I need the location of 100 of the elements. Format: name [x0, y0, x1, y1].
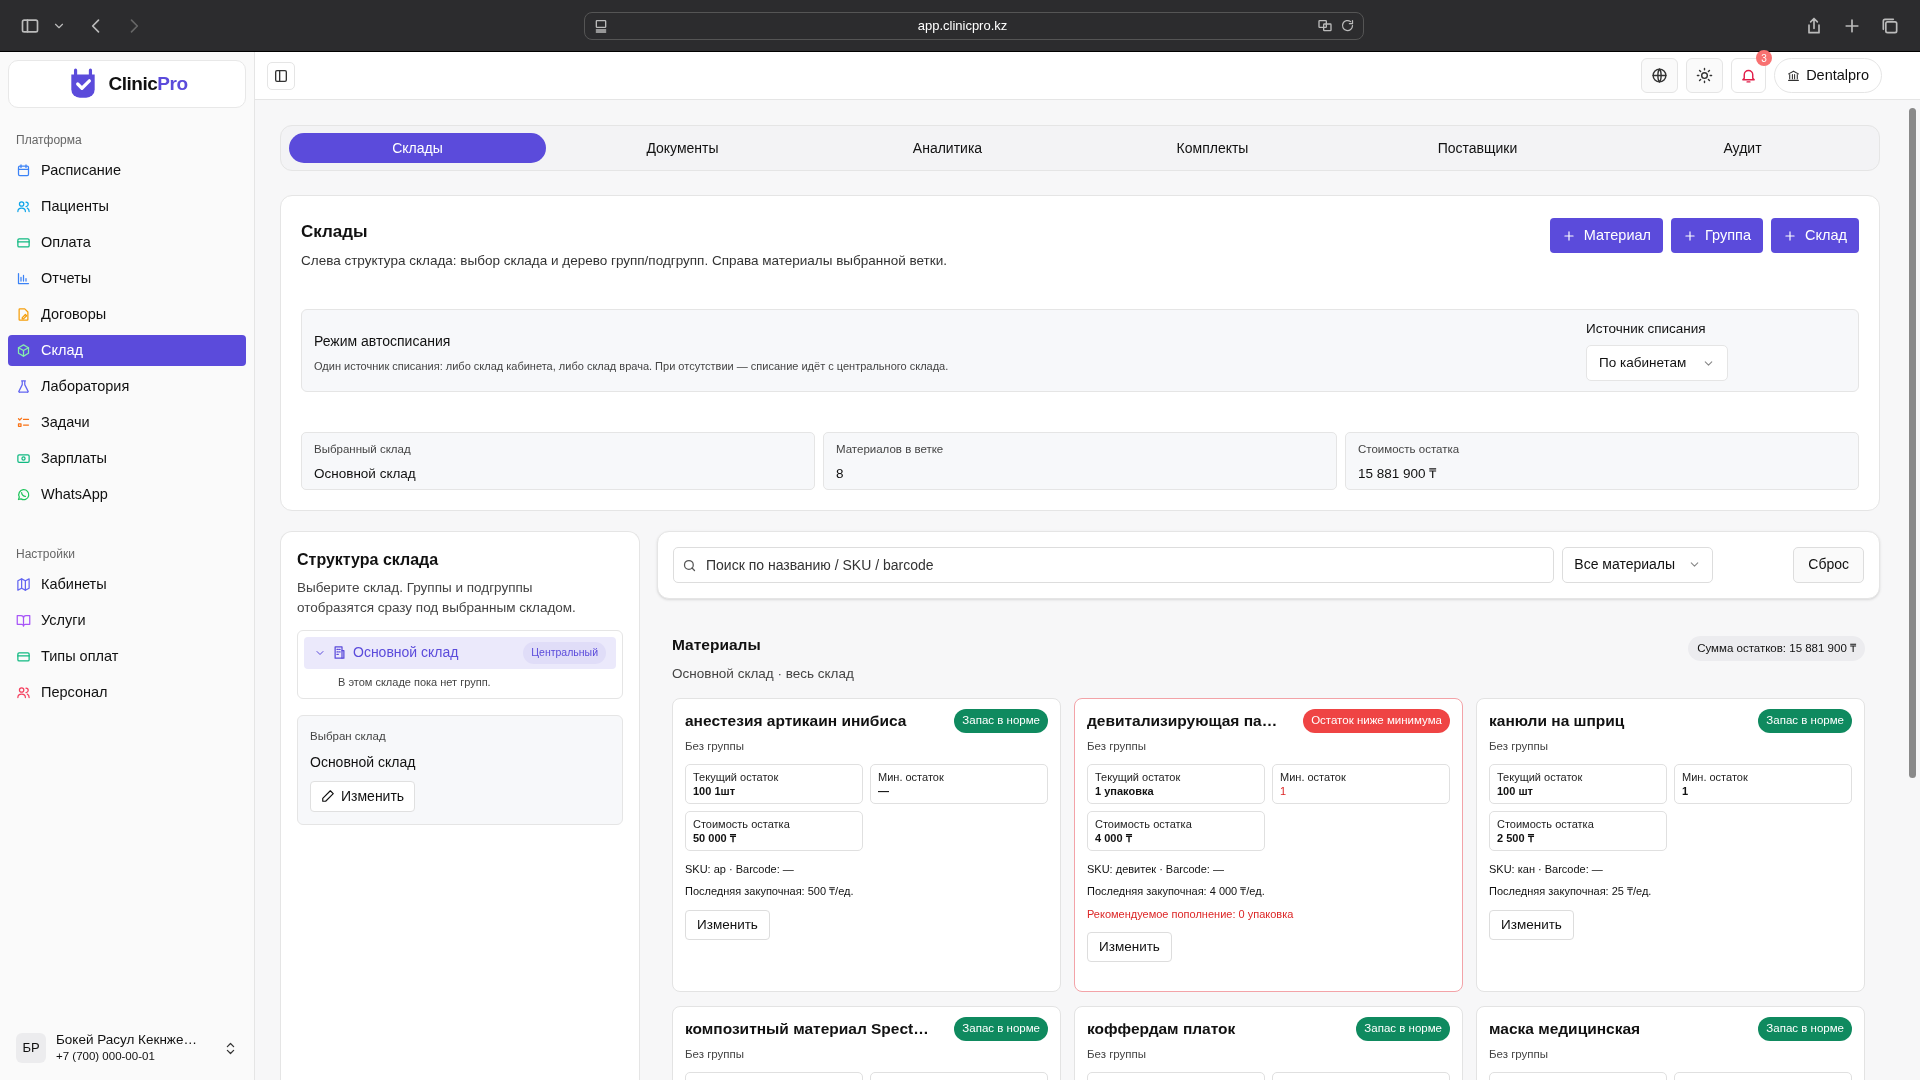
- tab[interactable]: Аналитика: [819, 133, 1076, 163]
- material-group: Без группы: [1087, 737, 1450, 755]
- stat-value: 15 881 900 ₸: [1358, 465, 1438, 483]
- material-group: Без группы: [685, 1045, 1048, 1063]
- material-name: канюли на шприц: [1489, 711, 1625, 732]
- material-name: маска медицинская: [1489, 1019, 1641, 1040]
- add-button[interactable]: Материал: [1549, 218, 1664, 253]
- reset-button[interactable]: Сброс: [1793, 546, 1864, 583]
- workspace-button[interactable]: Dentalpro: [1774, 58, 1882, 93]
- source-select[interactable]: По кабинетам: [1586, 345, 1728, 382]
- sidebar-item[interactable]: Персонал: [8, 677, 246, 708]
- people-icon: [16, 685, 31, 700]
- material-group: Без группы: [1489, 737, 1852, 755]
- stat-value: 50 000 ₸: [693, 830, 737, 845]
- user-avatar: БР: [16, 1033, 46, 1063]
- sidebar-item[interactable]: Склад: [8, 335, 246, 366]
- sun-icon: [1696, 67, 1714, 84]
- stat-label: Стоимость остатка: [1095, 816, 1193, 831]
- user-phone: +7 (700) 000-00-01: [56, 1049, 156, 1064]
- translate-icon[interactable]: [1316, 17, 1334, 34]
- chat-bubble-icon: [16, 487, 31, 502]
- stat-label: Стоимость остатка: [693, 816, 791, 831]
- sidebar-item[interactable]: WhatsApp: [8, 479, 246, 510]
- flask-icon: [16, 379, 31, 394]
- sidebar-item[interactable]: Отчеты: [8, 263, 246, 294]
- section-label: Настройки: [15, 546, 76, 563]
- stat-value: 2 500 ₸: [1497, 830, 1535, 845]
- sidebar-item[interactable]: Оплата: [8, 227, 246, 258]
- box-icon: [16, 343, 31, 358]
- stat-label: Мин. остаток: [1682, 769, 1749, 784]
- search-icon: [682, 557, 697, 573]
- bell-icon: [1740, 67, 1758, 84]
- sidebar-item[interactable]: Типы оплат: [8, 641, 246, 672]
- stat-label: Мин. остаток: [878, 769, 945, 784]
- sidebar-item[interactable]: Услуги: [8, 605, 246, 636]
- section-description: Слева структура склада: выбор склада и дерево групп/подгрупп. Справа материалы выбранной ветки.: [301, 251, 947, 270]
- recommendation-text: Рекомендуемое пополнение: 0 упаковка: [1087, 906, 1295, 922]
- stat-value: 100 1шт: [693, 783, 737, 798]
- material-group: Без группы: [1489, 1045, 1852, 1063]
- sidebar-item[interactable]: Лаборатория: [8, 371, 246, 402]
- tab[interactable]: Поставщики: [1349, 133, 1606, 163]
- tab[interactable]: Комплекты: [1084, 133, 1341, 163]
- edit-button[interactable]: Изменить: [1489, 909, 1574, 940]
- stat-label: Текущий остаток: [1095, 769, 1182, 784]
- panel-icon: [273, 67, 289, 84]
- tree-badge: Центральный: [523, 641, 606, 664]
- add-button[interactable]: Группа: [1671, 218, 1764, 253]
- sku-text: SKU: девитек · Barcode: —: [1087, 861, 1225, 877]
- address-bar[interactable]: app.clinicpro.kz: [584, 11, 1364, 40]
- panel-description: Один источник списания: либо склад кабинета, либо склад врача. При отсутствии — списание идёт с центрального склада.: [314, 358, 950, 374]
- sidebar-item[interactable]: Пациенты: [8, 191, 246, 222]
- scrollbar-thumb[interactable]: [1909, 108, 1916, 778]
- pencil-icon: [321, 789, 335, 803]
- field-label: Выбран склад: [310, 729, 387, 745]
- sidebar-item[interactable]: Кабинеты: [8, 569, 246, 600]
- sidebar-item[interactable]: Расписание: [8, 155, 246, 186]
- sidebar-item[interactable]: Договоры: [8, 299, 246, 330]
- logo-text: ClinicPro: [108, 71, 188, 96]
- field-label: Источник списания: [1586, 320, 1707, 339]
- stat-value: —: [878, 783, 890, 798]
- reload-icon[interactable]: [1340, 18, 1355, 33]
- theme-button[interactable]: [1686, 58, 1724, 93]
- material-name: коффердам платок: [1087, 1019, 1236, 1040]
- empty-note: В этом складе пока нет групп.: [337, 674, 492, 690]
- material-group: Без группы: [1087, 1045, 1450, 1063]
- sidebar-item[interactable]: Задачи: [8, 407, 246, 438]
- language-button[interactable]: [1641, 58, 1679, 93]
- globe-icon: [1651, 67, 1669, 84]
- material-name: анестезия артикаин инибиса: [685, 711, 907, 732]
- tree-item[interactable]: Основной склад Центральный: [304, 636, 616, 669]
- field-value: Основной склад: [310, 752, 417, 772]
- tab[interactable]: Документы: [554, 133, 811, 163]
- edit-button[interactable]: Изменить: [1087, 932, 1172, 963]
- plus-icon: [1683, 228, 1698, 243]
- tab[interactable]: Склады: [289, 133, 546, 163]
- plus-icon: [1561, 228, 1576, 243]
- material-name: девитализирующая па…: [1087, 711, 1278, 732]
- stat-value: 100 шт: [1497, 783, 1534, 798]
- notification-count: 3: [1756, 50, 1773, 66]
- stat-value: 1: [1682, 783, 1690, 798]
- map-icon: [16, 577, 31, 592]
- add-button[interactable]: Склад: [1771, 218, 1859, 253]
- search-field[interactable]: Поиск по названию / SKU / barcode: [673, 546, 1555, 583]
- plus-icon: [1783, 228, 1798, 243]
- total-badge: Сумма остатков: 15 881 900 ₸: [1688, 635, 1865, 661]
- panel-title: Структура склада: [297, 549, 440, 570]
- calendar-icon: [16, 163, 31, 178]
- sidebar-item[interactable]: Зарплаты: [8, 443, 246, 474]
- sku-text: SKU: кан · Barcode: —: [1489, 861, 1604, 877]
- panel-description: Выберите склад. Группы и подгруппы отобразятся сразу под выбранным складом.: [297, 578, 577, 617]
- edit-button[interactable]: Изменить: [685, 909, 770, 940]
- last-price-text: Последняя закупочная: 25 ₸/ед.: [1489, 884, 1653, 900]
- edit-button[interactable]: Изменить: [310, 780, 416, 812]
- tab[interactable]: Аудит: [1614, 133, 1871, 163]
- category-select[interactable]: Все материалы: [1562, 546, 1714, 583]
- bank-icon: [1787, 69, 1801, 82]
- card-icon: [16, 649, 31, 664]
- user-name: Бокей Расул Кекнже…: [56, 1032, 198, 1048]
- sidebar-toggle-button[interactable]: [267, 61, 295, 90]
- stat-label: Материалов в ветке: [836, 441, 945, 457]
